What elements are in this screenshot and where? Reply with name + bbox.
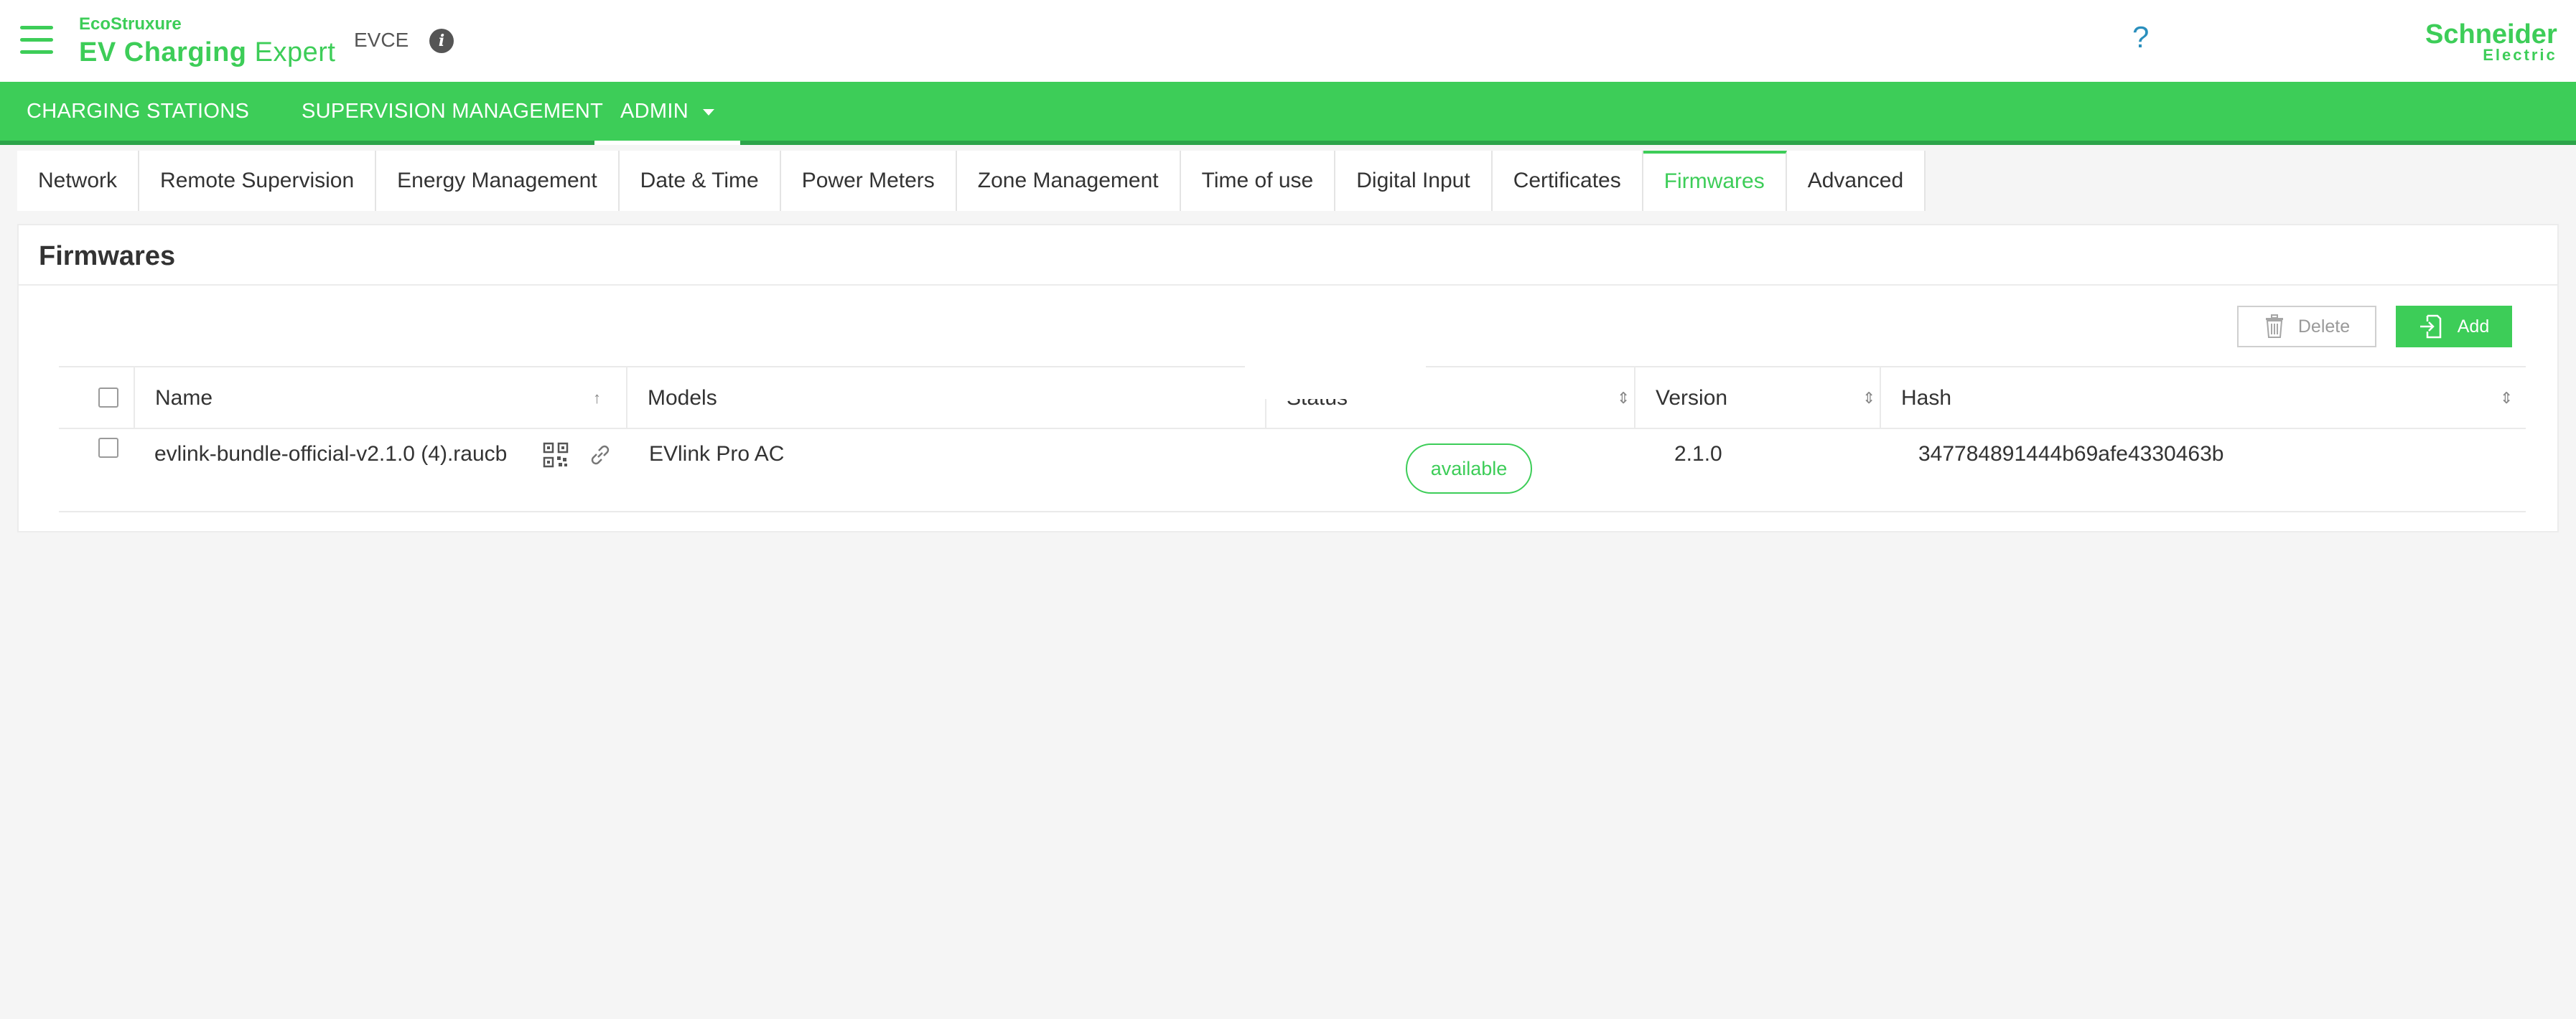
settings-tabs: Network Remote Supervision Energy Manage… (17, 151, 1926, 211)
nav-admin-label: ADMIN (620, 100, 689, 123)
tab-certificates[interactable]: Certificates (1492, 151, 1643, 211)
row-checkbox[interactable] (98, 438, 118, 458)
column-models-label: Models (648, 386, 717, 410)
tab-energy-management[interactable]: Energy Management (376, 151, 620, 211)
divider (19, 284, 2557, 286)
column-version-label: Version (1656, 386, 1728, 410)
delete-button[interactable]: Delete (2237, 306, 2376, 347)
sort-icon[interactable]: ⇕ (1862, 367, 1875, 429)
tab-advanced[interactable]: Advanced (1786, 151, 1926, 211)
column-hash-label: Hash (1901, 386, 1952, 410)
tab-digital-input[interactable]: Digital Input (1335, 151, 1493, 211)
sort-icon[interactable]: ⇕ (2500, 367, 2513, 429)
app-title-bold: EV Charging (79, 37, 247, 67)
app-title-light: Expert (254, 37, 336, 67)
caret-down-icon (702, 108, 714, 116)
nav-admin[interactable]: ADMIN (594, 82, 740, 145)
schneider-electric-logo: Schneider Electric (2425, 20, 2557, 63)
column-header-name[interactable]: Name (134, 367, 626, 429)
header-overlay (1245, 366, 1426, 399)
firmwares-panel: Firmwares Delete Add Name ↑ Models ⇕ Ver… (17, 224, 2559, 532)
info-icon[interactable]: i (429, 29, 454, 53)
firmware-version: 2.1.0 (1674, 442, 1722, 466)
sort-ascending-icon[interactable]: ↑ (593, 367, 601, 429)
sort-icon[interactable]: ⇕ (1617, 367, 1630, 429)
trash-icon (2265, 314, 2283, 338)
brand-eco-text: EcoStruxure (79, 14, 182, 34)
tab-power-meters[interactable]: Power Meters (780, 151, 957, 211)
column-header-hash[interactable]: Hash (1880, 367, 2526, 429)
column-header-models[interactable]: Models (626, 367, 1265, 429)
main-nav: CHARGING STATIONS SUPERVISION MANAGEMENT… (0, 82, 2576, 145)
menu-icon[interactable] (20, 26, 53, 55)
nav-charging-stations[interactable]: CHARGING STATIONS (27, 82, 249, 141)
table-header: Name ↑ Models Status ⇕ Version ⇕ Hash ⇕ (59, 366, 2526, 429)
status-badge: available (1406, 443, 1532, 494)
help-icon[interactable]: ? (2132, 20, 2149, 55)
tab-time-of-use[interactable]: Time of use (1180, 151, 1336, 211)
ecostruxure-wordmark: EcoStruxure (79, 14, 335, 34)
app-title: EV Charging Expert (79, 37, 335, 68)
firmware-hash: 347784891444b69afe4330463b (1918, 442, 2224, 466)
tab-network[interactable]: Network (17, 151, 140, 211)
link-icon[interactable] (587, 442, 613, 468)
tab-remote-supervision[interactable]: Remote Supervision (139, 151, 377, 211)
add-label: Add (2457, 316, 2490, 337)
add-button[interactable]: Add (2396, 306, 2512, 347)
logo-line1: Schneider (2425, 19, 2557, 50)
tab-firmwares[interactable]: Firmwares (1643, 151, 1787, 211)
tab-zone-management[interactable]: Zone Management (956, 151, 1181, 211)
nav-supervision-management[interactable]: SUPERVISION MANAGEMENT (302, 82, 603, 141)
tab-date-time[interactable]: Date & Time (619, 151, 781, 211)
page-title: Firmwares (39, 241, 176, 271)
qr-code-icon[interactable] (543, 442, 569, 468)
select-all-checkbox[interactable] (98, 388, 118, 408)
column-header-version[interactable]: Version (1634, 367, 1880, 429)
table-row[interactable]: evlink-bundle-official-v2.1.0 (4).raucb … (59, 429, 2526, 512)
delete-label: Delete (2297, 316, 2351, 337)
top-header: EcoStruxure EV Charging Expert EVCE i ? … (0, 0, 2576, 82)
firmware-name: evlink-bundle-official-v2.1.0 (4).raucb (154, 442, 508, 466)
logo-line2: Electric (2483, 46, 2557, 64)
app-code: EVCE (354, 29, 409, 51)
firmware-models: EVlink Pro AC (649, 442, 785, 466)
add-file-icon (2419, 314, 2441, 339)
column-name-label: Name (155, 386, 213, 410)
firmwares-table: Name ↑ Models Status ⇕ Version ⇕ Hash ⇕ … (59, 366, 2526, 512)
brand-logo: EcoStruxure EV Charging Expert (79, 14, 335, 68)
